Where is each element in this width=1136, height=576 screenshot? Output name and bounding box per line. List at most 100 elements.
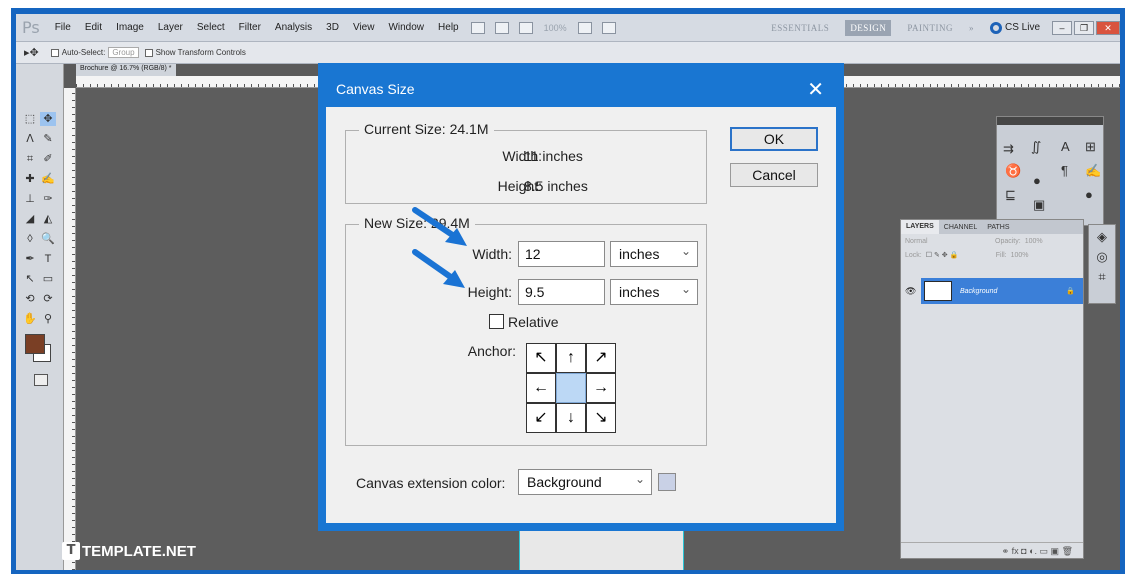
gradient-tool-icon[interactable]: ◭ — [40, 212, 56, 226]
lock-icons[interactable]: ☐ ✎ ✥ 🔒 — [926, 251, 996, 259]
menu-layer[interactable]: Layer — [158, 22, 183, 33]
auto-select-checkbox[interactable] — [50, 48, 59, 57]
layers-panel-footer[interactable]: ⚭ fx ◘ ◐. ▭ ▣ 🗑 — [901, 542, 1083, 558]
crop-tool-icon[interactable]: ⌗ — [22, 152, 38, 166]
mini-bridge-icon[interactable] — [494, 21, 509, 34]
workspace-design[interactable]: DESIGN — [845, 19, 892, 36]
layer-lock-icon: 🔒 — [1066, 288, 1075, 295]
width-input[interactable] — [518, 241, 605, 267]
paragraph-icon[interactable]: ⇉ — [1003, 141, 1014, 157]
navigator-icon[interactable]: ⊑ — [1005, 187, 1016, 203]
panel-header[interactable] — [997, 117, 1103, 125]
action-icon[interactable]: ✍ — [1085, 163, 1101, 179]
zoom-level[interactable]: 100% — [544, 23, 567, 33]
anchor-bottom-right[interactable]: ↘ — [586, 403, 616, 433]
visibility-eye-icon[interactable]: 👁 — [905, 286, 916, 297]
menu-edit[interactable]: Edit — [85, 22, 102, 33]
move-tool-icon[interactable]: ▸✥ — [24, 46, 39, 59]
info-icon[interactable]: ● — [1085, 187, 1093, 202]
foreground-color-swatch[interactable] — [25, 334, 45, 354]
workspace-more[interactable]: » — [969, 23, 974, 33]
brush-icon[interactable]: ● — [1033, 173, 1041, 188]
menu-image[interactable]: Image — [116, 22, 144, 33]
shape-tool-icon[interactable]: ▭ — [40, 272, 56, 286]
hand-tool-icon[interactable]: ✋ — [22, 312, 38, 326]
character-icon[interactable]: ∬ — [1031, 139, 1041, 155]
blend-mode-dropdown[interactable]: Normal — [905, 238, 995, 245]
dialog-title-bar[interactable]: Canvas Size — [326, 71, 836, 107]
history-brush-tool-icon[interactable]: ✑ — [40, 192, 56, 206]
menu-help[interactable]: Help — [438, 22, 459, 33]
clone-tool-icon[interactable]: ⊥ — [22, 192, 38, 206]
blur-tool-icon[interactable]: ◊ — [22, 232, 38, 246]
brush-tool-icon[interactable]: ✍ — [40, 172, 56, 186]
layers-panel-icon[interactable]: ◈ — [1089, 229, 1115, 245]
paths-panel-icon[interactable]: ⌗ — [1089, 269, 1115, 285]
move-tool-icon[interactable]: ✥ — [40, 112, 56, 126]
extension-color-select[interactable]: Background ⌄ — [518, 469, 652, 495]
height-unit-select[interactable]: inches ⌄ — [610, 279, 698, 305]
3d-orbit-tool-icon[interactable]: ⟳ — [40, 292, 56, 306]
zoom-tool-icon[interactable]: ⚲ — [40, 312, 56, 326]
3d-rotate-tool-icon[interactable]: ⟲ — [22, 292, 38, 306]
workspace-painting[interactable]: PAINTING — [907, 23, 953, 33]
extension-color-swatch[interactable] — [658, 473, 676, 491]
type-a-icon[interactable]: A — [1061, 139, 1070, 154]
marquee-tool-icon[interactable]: ⬚ — [22, 112, 38, 126]
menu-select[interactable]: Select — [197, 22, 225, 33]
bridge-icon[interactable] — [470, 21, 485, 34]
close-icon[interactable]: ✕ — [807, 77, 824, 102]
arrange-documents-icon[interactable] — [577, 21, 592, 34]
eraser-tool-icon[interactable]: ◢ — [22, 212, 38, 226]
lasso-tool-icon[interactable]: ⴷ — [22, 132, 38, 146]
healing-tool-icon[interactable]: ✚ — [22, 172, 38, 186]
cs-live-button[interactable]: CS Live — [989, 21, 1040, 34]
table-icon[interactable]: ⊞ — [1085, 139, 1096, 155]
ok-button[interactable]: OK — [730, 127, 818, 151]
menu-analysis[interactable]: Analysis — [275, 22, 312, 33]
anchor-bottom-left[interactable]: ↙ — [526, 403, 556, 433]
anchor-bottom[interactable]: ↓ — [556, 403, 586, 433]
menu-3d[interactable]: 3D — [326, 22, 339, 33]
anchor-top[interactable]: ↑ — [556, 343, 586, 373]
dodge-tool-icon[interactable]: 🔍 — [40, 232, 56, 246]
path-select-tool-icon[interactable]: ↖ — [22, 272, 38, 286]
quick-mask-icon[interactable] — [34, 374, 48, 386]
clone-source-icon[interactable]: ♉ — [1005, 163, 1021, 179]
restore-button[interactable]: ❐ — [1074, 20, 1094, 35]
anchor-top-right[interactable]: ↗ — [586, 343, 616, 373]
quick-select-tool-icon[interactable]: ✎ — [40, 132, 56, 146]
tab-channels[interactable]: CHANNEL — [939, 224, 982, 231]
workspace-essentials[interactable]: ESSENTIALS — [771, 23, 829, 33]
type-tool-icon[interactable]: T — [40, 252, 56, 266]
anchor-right[interactable]: → — [586, 373, 616, 403]
fill-value[interactable]: 100% — [1011, 252, 1029, 259]
width-unit-select[interactable]: inches ⌄ — [610, 241, 698, 267]
tab-layers[interactable]: LAYERS — [901, 220, 939, 234]
menu-view[interactable]: View — [353, 22, 375, 33]
mask-icon[interactable]: ▣ — [1033, 197, 1045, 213]
layer-row-background[interactable]: Background 🔒 — [921, 278, 1083, 304]
pen-tool-icon[interactable]: ✒ — [22, 252, 38, 266]
menu-file[interactable]: File — [55, 22, 71, 33]
anchor-left[interactable]: ← — [526, 373, 556, 403]
minimize-button[interactable]: – — [1052, 20, 1072, 35]
menu-window[interactable]: Window — [388, 22, 424, 33]
pilcrow-icon[interactable]: ¶ — [1061, 163, 1068, 178]
anchor-center[interactable] — [556, 373, 586, 403]
screen-mode-icon[interactable] — [601, 21, 616, 34]
close-window-button[interactable]: ✕ — [1096, 20, 1120, 35]
eyedropper-tool-icon[interactable]: ✐ — [40, 152, 56, 166]
menu-filter[interactable]: Filter — [239, 22, 261, 33]
opacity-value[interactable]: 100% — [1025, 238, 1043, 245]
auto-select-dropdown[interactable]: Group — [108, 47, 139, 58]
show-transform-checkbox[interactable] — [144, 48, 153, 57]
cancel-button[interactable]: Cancel — [730, 163, 818, 187]
document-tab[interactable]: Brochure @ 16.7% (RGB/8) * — [76, 64, 176, 76]
tab-paths[interactable]: PATHS — [982, 224, 1014, 231]
height-input[interactable] — [518, 279, 605, 305]
anchor-top-left[interactable]: ↖ — [526, 343, 556, 373]
view-extras-icon[interactable] — [518, 21, 533, 34]
relative-checkbox[interactable] — [489, 314, 504, 329]
channels-panel-icon[interactable]: ◎ — [1089, 249, 1115, 265]
